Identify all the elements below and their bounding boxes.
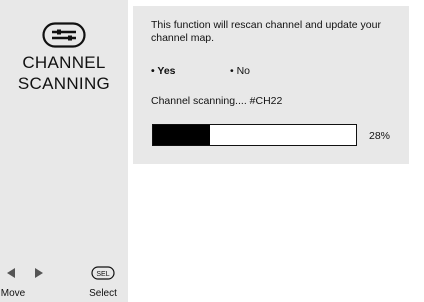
option-yes[interactable]: • Yes <box>151 65 176 77</box>
scan-status-text: Channel scanning.... #CH22 <box>151 95 283 107</box>
option-no[interactable]: • No <box>230 65 250 77</box>
menu-title: CHANNEL SCANNING <box>0 52 128 94</box>
progress-fill <box>153 125 210 145</box>
menu-title-line-2: SCANNING <box>17 74 111 93</box>
left-right-arrows-icon <box>7 268 43 278</box>
tools-icon <box>42 22 86 48</box>
sel-key-icon: SEL <box>91 266 115 280</box>
progress-percent: 28% <box>369 130 391 142</box>
sel-key-label: SEL <box>96 271 109 278</box>
select-hint-label: Select <box>89 288 117 299</box>
scan-panel: This function will rescan channel and up… <box>133 6 409 164</box>
menu-title-line-1: CHANNEL <box>22 53 106 72</box>
move-hint-label: Move <box>0 288 26 299</box>
description-text: This function will rescan channel and up… <box>151 19 381 44</box>
progress-bar <box>152 124 357 146</box>
sidebar: CHANNEL SCANNING SEL Move Select <box>0 0 128 302</box>
